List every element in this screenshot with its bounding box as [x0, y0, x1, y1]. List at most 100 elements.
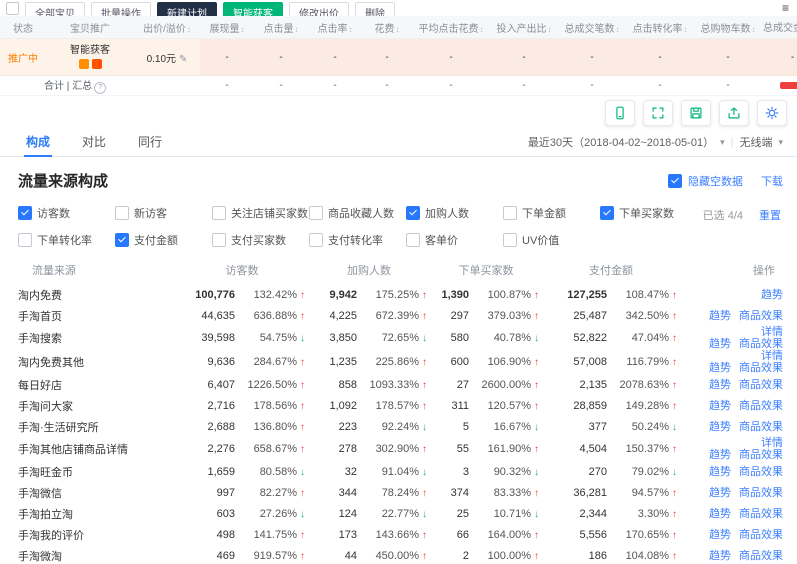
product-effect-link[interactable]: 商品效果	[739, 338, 783, 350]
col-order-buyers[interactable]: 下单买家数	[430, 256, 542, 284]
info-icon[interactable]: ?	[94, 82, 106, 94]
product-effect-link[interactable]: 商品效果	[739, 550, 783, 562]
checkbox[interactable]	[18, 206, 32, 220]
campaign-column-header[interactable]: 点击转化率↕	[626, 16, 694, 39]
campaign-column-header[interactable]: 点击量↕	[254, 16, 308, 39]
product-effect-link[interactable]: 商品效果	[739, 487, 783, 499]
trend-link[interactable]: 趋势	[709, 338, 731, 350]
metric-checkbox-item[interactable]: 支付买家数	[212, 232, 309, 248]
toolbar-button[interactable]: 删除	[355, 2, 395, 16]
product-effect-link[interactable]: 商品效果	[739, 362, 783, 374]
checkbox[interactable]	[115, 233, 129, 247]
checkbox[interactable]	[115, 206, 129, 220]
product-effect-link[interactable]: 商品效果	[739, 449, 783, 461]
checkbox[interactable]	[309, 206, 323, 220]
product-effect-link[interactable]: 商品效果	[739, 421, 783, 433]
campaign-column-header[interactable]: 出价/溢价↕	[134, 16, 200, 39]
metric-checkbox-item[interactable]: 支付金额	[115, 232, 212, 248]
reset-link[interactable]: 重置	[759, 207, 781, 223]
trend-link[interactable]: 趋势	[709, 421, 731, 433]
product-effect-link[interactable]: 商品效果	[739, 508, 783, 520]
product-effect-link[interactable]: 商品效果	[739, 529, 783, 541]
checkbox[interactable]	[18, 233, 32, 247]
metric-checkbox-item[interactable]: 关注店铺买家数	[212, 205, 309, 221]
toolbar-button[interactable]: 批量操作	[91, 2, 151, 16]
trend-link[interactable]: 趋势	[709, 529, 731, 541]
download-link[interactable]: 下载	[761, 173, 783, 189]
device-selector[interactable]: 无线端	[739, 134, 772, 150]
metric-checkbox-item[interactable]: 下单转化率	[18, 232, 115, 248]
campaign-column-header[interactable]: 平均点击花费↕	[412, 16, 490, 39]
product-effect-link[interactable]: 商品效果	[739, 379, 783, 391]
sort-icon[interactable]: ↕	[752, 25, 756, 34]
metric-checkbox-item[interactable]: 下单买家数	[600, 205, 697, 221]
detail-link[interactable]: 详情	[761, 437, 783, 449]
save-icon[interactable]	[681, 100, 711, 126]
date-range-selector[interactable]: 最近30天（2018-04-02~2018-05-01）	[528, 134, 714, 150]
campaign-column-header[interactable]: 点击率↕	[308, 16, 362, 39]
trend-link[interactable]: 趋势	[709, 508, 731, 520]
sort-icon[interactable]: ↕	[295, 25, 299, 34]
col-visitors[interactable]: 访客数	[176, 256, 308, 284]
trend-link[interactable]: 趋势	[709, 400, 731, 412]
fullscreen-icon[interactable]	[643, 100, 673, 126]
hide-empty-checkbox[interactable]	[668, 174, 682, 188]
sort-icon[interactable]: ↕	[396, 25, 400, 34]
metric-checkbox-item[interactable]: 商品收藏人数	[309, 205, 406, 221]
metric-checkbox-item[interactable]: 加购人数	[406, 205, 503, 221]
campaign-column-header[interactable]: 总成交金额?	[762, 16, 797, 39]
toolbar-button[interactable]: 修改出价	[289, 2, 349, 16]
export-icon[interactable]	[719, 100, 749, 126]
col-source[interactable]: 流量来源	[18, 256, 176, 284]
hide-empty-label[interactable]: 隐藏空数据	[688, 173, 743, 189]
trend-link[interactable]: 趋势	[709, 379, 731, 391]
trend-link[interactable]: 趋势	[709, 362, 731, 374]
toolbar-button[interactable]: 全部宝贝	[25, 2, 85, 16]
sort-icon[interactable]: ↕	[349, 25, 353, 34]
tab-peers[interactable]: 同行	[122, 128, 178, 156]
mobile-preview-icon[interactable]	[605, 100, 635, 126]
product-effect-link[interactable]: 商品效果	[739, 466, 783, 478]
trend-link[interactable]: 趋势	[709, 550, 731, 562]
detail-link[interactable]: 详情	[761, 350, 783, 362]
col-cart[interactable]: 加购人数	[308, 256, 430, 284]
checkbox[interactable]	[406, 206, 420, 220]
checkbox[interactable]	[212, 233, 226, 247]
sort-icon[interactable]: ↕	[548, 25, 552, 34]
toolbar-button[interactable]: 智能获客	[223, 2, 283, 16]
tab-compare[interactable]: 对比	[66, 128, 122, 156]
sort-icon[interactable]: ↕	[241, 25, 245, 34]
col-pay-amount[interactable]: 支付金额	[542, 256, 680, 284]
campaign-column-header[interactable]: 投入产出比↕	[490, 16, 558, 39]
metric-checkbox-item[interactable]: 支付转化率	[309, 232, 406, 248]
sort-icon[interactable]: ↕	[684, 25, 688, 34]
checkbox[interactable]	[503, 206, 517, 220]
campaign-column-header[interactable]: 展现量↕	[200, 16, 254, 39]
edit-icon[interactable]: ✎	[179, 54, 187, 65]
toolbar-button[interactable]: 新建计划	[157, 2, 217, 16]
trend-link[interactable]: 趋势	[709, 487, 731, 499]
product-effect-link[interactable]: 商品效果	[739, 310, 783, 322]
sort-icon[interactable]: ↕	[187, 25, 191, 34]
sort-icon[interactable]: ↕	[480, 25, 484, 34]
sort-icon[interactable]: ↕	[616, 25, 620, 34]
checkbox[interactable]	[309, 233, 323, 247]
checkbox[interactable]	[503, 233, 517, 247]
detail-link[interactable]: 详情	[761, 326, 783, 338]
red-indicator[interactable]	[780, 82, 797, 89]
menu-icon[interactable]: ≡	[782, 2, 789, 14]
campaign-column-header[interactable]: 宝贝推广	[46, 16, 134, 39]
trend-link[interactable]: 趋势	[709, 310, 731, 322]
campaign-row[interactable]: 推广中智能获客0.10元✎----------	[0, 39, 797, 76]
metric-checkbox-item[interactable]: 客单价	[406, 232, 503, 248]
metric-checkbox-item[interactable]: 下单金额	[503, 205, 600, 221]
metric-checkbox-item[interactable]: UV价值	[503, 232, 600, 248]
settings-icon[interactable]	[757, 100, 787, 126]
trend-link[interactable]: 趋势	[761, 289, 783, 301]
tab-composition[interactable]: 构成	[10, 128, 66, 156]
select-all-checkbox[interactable]	[6, 2, 19, 15]
campaign-column-header[interactable]: 花费↕	[362, 16, 412, 39]
checkbox[interactable]	[212, 206, 226, 220]
metric-checkbox-item[interactable]: 访客数	[18, 205, 115, 221]
campaign-column-header[interactable]: 总购物车数↕	[694, 16, 762, 39]
